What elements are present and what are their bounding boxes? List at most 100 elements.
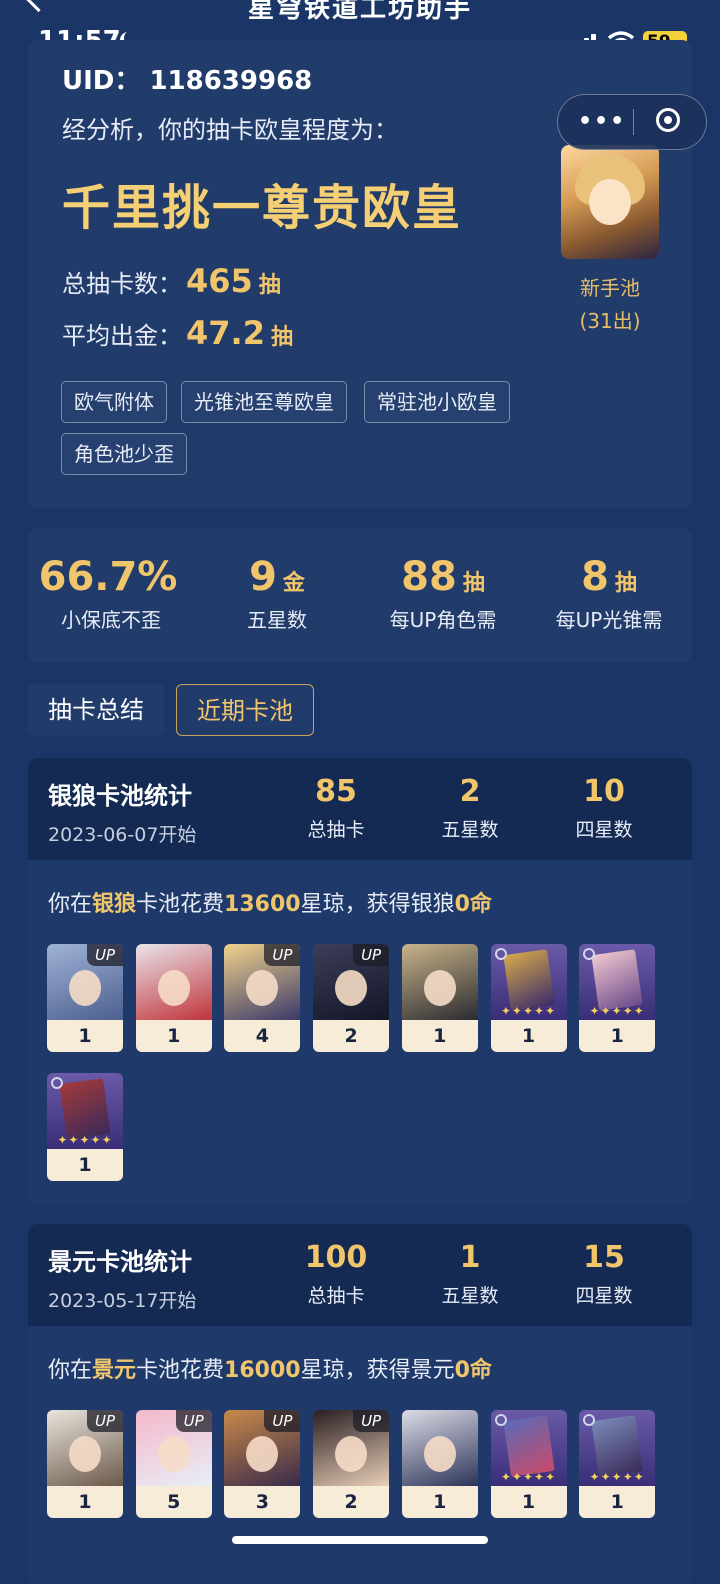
character-item[interactable]: UP 2 bbox=[313, 944, 390, 1052]
light-cone-item[interactable]: ✦✦✦✦✦ 1 bbox=[490, 944, 567, 1052]
character-portrait bbox=[401, 1410, 478, 1486]
character-portrait bbox=[135, 944, 212, 1020]
page-title: 星穹铁道工坊助手 bbox=[247, 0, 472, 22]
character-item[interactable]: UP 1 bbox=[47, 1410, 123, 1518]
avg-gold-value: 47.2 bbox=[186, 314, 265, 352]
item-count: 1 bbox=[579, 1020, 656, 1052]
tag-item: 光锥池至尊欧皇 bbox=[181, 381, 347, 423]
uid-value: 118639968 bbox=[149, 66, 313, 96]
summary-label: 五星数 bbox=[247, 608, 307, 632]
pool-stat: 10 四星数 bbox=[549, 774, 659, 842]
item-count: 1 bbox=[401, 1486, 478, 1518]
pool-stat: 100 总抽卡 bbox=[281, 1240, 391, 1308]
tag-item: 欧气附体 bbox=[61, 381, 167, 423]
character-item[interactable]: 1 bbox=[401, 1410, 478, 1518]
rarity-stars-icon: ✦✦✦✦✦ bbox=[589, 1470, 645, 1484]
light-cone-item[interactable]: ✦✦✦✦✦ 1 bbox=[579, 1410, 656, 1518]
analysis-text: 经分析，你的抽卡欧皇程度为： bbox=[62, 116, 398, 144]
character-portrait: UP bbox=[47, 944, 123, 1020]
pool-stat-value: 15 bbox=[583, 1240, 625, 1275]
character-portrait: UP bbox=[47, 1410, 123, 1486]
total-pulls-label: 总抽卡数： bbox=[62, 270, 182, 298]
summary-unit: 抽 bbox=[614, 571, 637, 596]
rarity-stars-icon: ✦✦✦✦✦ bbox=[500, 1470, 557, 1484]
rarity-stars-icon: ✦✦✦✦✦ bbox=[57, 1133, 113, 1147]
capsule-divider bbox=[633, 109, 634, 135]
light-cone-item[interactable]: ✦✦✦✦✦ 1 bbox=[490, 1410, 567, 1518]
item-count: 1 bbox=[579, 1486, 656, 1518]
character-portrait bbox=[401, 944, 478, 1020]
summary-label: 每UP光锥需 bbox=[555, 608, 663, 632]
light-cone-item[interactable]: ✦✦✦✦✦ 1 bbox=[579, 944, 656, 1052]
pool-stat-value: 10 bbox=[583, 774, 625, 809]
home-indicator[interactable] bbox=[232, 1536, 488, 1544]
tab-recent-pools[interactable]: 近期卡池 bbox=[176, 684, 314, 736]
summary-unit: 抽 bbox=[462, 571, 485, 596]
pool-stat-value: 85 bbox=[315, 774, 357, 809]
close-target-icon[interactable] bbox=[656, 108, 680, 132]
up-badge: UP bbox=[353, 1410, 390, 1432]
item-count: 1 bbox=[47, 1149, 123, 1181]
nav-bar: 星穹铁道工坊助手 bbox=[0, 0, 720, 22]
summary-card: 66.7% 小保底不歪 9金 五星数 88 抽 每UP角色需 8抽 每UP光锥需 bbox=[28, 528, 692, 662]
luck-title: 千里挑一尊贵欧皇 bbox=[62, 180, 463, 236]
pool-title: 银狼卡池统计 bbox=[48, 782, 192, 810]
up-badge: UP bbox=[264, 1410, 301, 1432]
pool-stat-value: 1 bbox=[459, 1240, 481, 1275]
light-cone-image: ✦✦✦✦✦ bbox=[490, 1410, 567, 1486]
pool-date: 2023-05-17开始 bbox=[48, 1290, 197, 1312]
up-badge: UP bbox=[175, 1410, 212, 1432]
pool-stat: 2 五星数 bbox=[415, 774, 525, 842]
featured-pool-count: (31出) bbox=[579, 309, 641, 333]
tag-item: 常驻池小欧皇 bbox=[364, 381, 510, 423]
summary-item: 8抽 每UP光锥需 bbox=[526, 554, 692, 633]
item-count: 5 bbox=[135, 1486, 212, 1518]
pool-stat-label: 总抽卡 bbox=[307, 819, 365, 841]
light-cone-image: ✦✦✦✦✦ bbox=[579, 944, 656, 1020]
pool-stat: 15 四星数 bbox=[549, 1240, 659, 1308]
tag-item: 角色池少歪 bbox=[61, 433, 187, 475]
pool-stat-label: 总抽卡 bbox=[307, 1285, 365, 1307]
character-item[interactable]: UP 4 bbox=[224, 944, 301, 1052]
character-portrait: UP bbox=[135, 1410, 212, 1486]
summary-value: 8 bbox=[581, 554, 609, 600]
character-item[interactable]: UP 3 bbox=[224, 1410, 301, 1518]
character-item[interactable]: UP 1 bbox=[47, 944, 123, 1052]
pool-stat-label: 四星数 bbox=[575, 1285, 633, 1307]
pool-stat-label: 四星数 bbox=[575, 819, 633, 841]
pool-date: 2023-06-07开始 bbox=[48, 824, 197, 846]
total-pulls-line: 总抽卡数： 465 抽 bbox=[62, 262, 281, 300]
summary-unit: 金 bbox=[282, 571, 305, 596]
item-count: 3 bbox=[224, 1486, 301, 1518]
pool-items: UP 1 1 UP 4 UP 2 1 ✦✦✦✦✦ 1 ✦✦✦✦✦ 1 ✦✦✦✦✦ 1 bbox=[28, 944, 692, 1194]
character-item[interactable]: 1 bbox=[401, 944, 478, 1052]
item-count: 2 bbox=[313, 1486, 390, 1518]
up-badge: UP bbox=[87, 1410, 123, 1432]
light-cone-item[interactable]: ✦✦✦✦✦ 1 bbox=[47, 1073, 123, 1181]
tab-summary[interactable]: 抽卡总结 bbox=[28, 684, 164, 736]
more-icon[interactable]: ••• bbox=[578, 109, 626, 134]
pool-header: 景元卡池统计 2023-05-17开始 100 总抽卡 1 五星数 15 四星数 bbox=[28, 1224, 692, 1326]
up-badge: UP bbox=[353, 944, 390, 966]
pool-stat: 1 五星数 bbox=[415, 1240, 525, 1308]
pool-stat: 85 总抽卡 bbox=[281, 774, 391, 842]
total-pulls-value: 465 bbox=[186, 262, 253, 300]
summary-item: 66.7% 小保底不歪 bbox=[28, 554, 194, 633]
item-count: 1 bbox=[47, 1486, 123, 1518]
pool-stat-label: 五星数 bbox=[441, 1285, 499, 1307]
rarity-stars-icon: ✦✦✦✦✦ bbox=[500, 1004, 557, 1018]
summary-value: 88 bbox=[401, 554, 457, 600]
light-cone-image: ✦✦✦✦✦ bbox=[490, 944, 567, 1020]
item-count: 1 bbox=[490, 1486, 567, 1518]
total-pulls-unit: 抽 bbox=[258, 273, 281, 298]
character-item[interactable]: UP 5 bbox=[135, 1410, 212, 1518]
character-portrait: UP bbox=[224, 1410, 301, 1486]
item-count: 4 bbox=[224, 1020, 301, 1052]
character-item[interactable]: UP 2 bbox=[313, 1410, 390, 1518]
path-icon bbox=[51, 1077, 63, 1089]
miniprogram-capsule: ••• bbox=[557, 94, 707, 150]
character-item[interactable]: 1 bbox=[135, 944, 212, 1052]
summary-item: 9金 五星数 bbox=[194, 554, 360, 633]
character-portrait: UP bbox=[224, 944, 301, 1020]
character-portrait: UP bbox=[313, 944, 390, 1020]
